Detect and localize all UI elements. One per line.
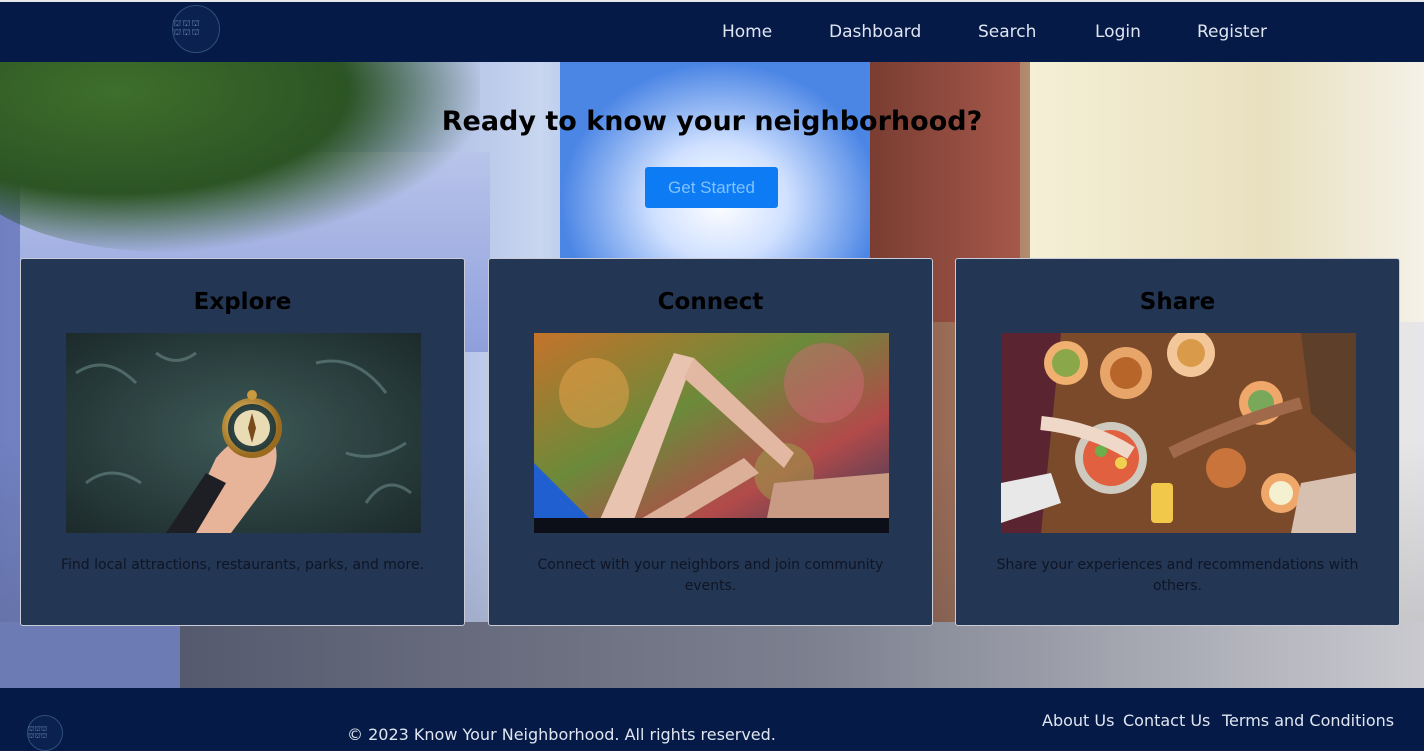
compass-photo — [66, 333, 421, 533]
hero-section: Ready to know your neighborhood? Get Sta… — [0, 62, 1424, 688]
card-title: Share — [1139, 289, 1216, 315]
footer: ⛫⛫⛫ ⛫⛫⛫ © 2023 Know Your Neighborhood. A… — [0, 688, 1424, 751]
explore-card: Explore Find local attractions, restaura… — [20, 258, 465, 626]
connect-card: Connect Connect with your neighbors and … — [488, 258, 933, 626]
share-card: Share Share your experiences and recomme… — [955, 258, 1400, 626]
logo-houses-icon: ⛫⛫⛫ ⛫⛫⛫ — [173, 19, 201, 38]
nav-login-link[interactable]: Login — [1095, 22, 1141, 42]
brand-logo[interactable]: ⛫⛫⛫ ⛫⛫⛫ — [172, 5, 220, 53]
copyright-text: © 2023 Know Your Neighborhood. All right… — [347, 725, 776, 744]
hero-background-sky — [560, 62, 880, 262]
footer-about-link[interactable]: About Us — [1042, 711, 1114, 730]
card-description: Connect with your neighbors and join com… — [537, 557, 884, 594]
share-photo — [1001, 333, 1356, 533]
card-description: Share your experiences and recommendatio… — [996, 557, 1359, 594]
fingers-forming-triangle-image — [534, 333, 889, 533]
footer-logo[interactable]: ⛫⛫⛫ ⛫⛫⛫ — [27, 715, 63, 751]
footer-contact-link[interactable]: Contact Us — [1123, 711, 1210, 730]
connect-photo — [534, 333, 889, 533]
get-started-button[interactable]: Get Started — [645, 167, 778, 208]
nav-home-link[interactable]: Home — [722, 22, 772, 42]
card-title: Explore — [193, 289, 292, 315]
nav-dashboard-link[interactable]: Dashboard — [829, 22, 921, 42]
logo-houses-icon: ⛫⛫⛫ ⛫⛫⛫ — [28, 725, 48, 740]
nav-search-link[interactable]: Search — [978, 22, 1036, 42]
hand-holding-compass-image — [66, 333, 421, 533]
hero-background-street — [180, 622, 1424, 688]
footer-terms-link[interactable]: Terms and Conditions — [1222, 711, 1394, 730]
shared-meal-table-image — [1001, 333, 1356, 533]
card-description: Find local attractions, restaurants, par… — [60, 557, 425, 573]
hero-background-wall — [0, 622, 184, 688]
nav-register-link[interactable]: Register — [1197, 22, 1267, 42]
navbar: ⛫⛫⛫ ⛫⛫⛫ Home Dashboard Search Login Regi… — [0, 2, 1424, 62]
hero-title: Ready to know your neighborhood? — [441, 106, 983, 137]
card-title: Connect — [657, 289, 764, 315]
